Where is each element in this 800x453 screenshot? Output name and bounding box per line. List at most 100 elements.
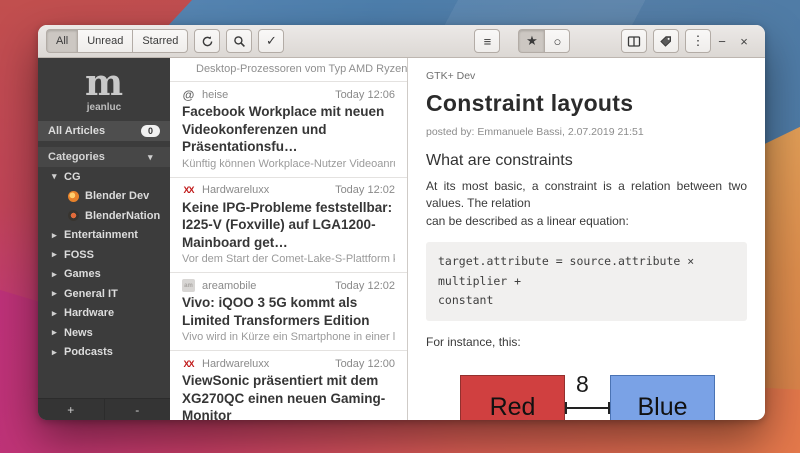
item-title: Vivo: iQOO 3 5G kommt als Limited Transf… <box>182 295 370 328</box>
blendernation-feed-icon <box>68 210 79 222</box>
mark-read-button[interactable]: ✓ <box>258 29 285 53</box>
item-summary: Vor dem Start der Comet-Lake-S-Plattform… <box>182 253 395 266</box>
article-feed-name: GTK+ Dev <box>426 70 476 82</box>
search-button[interactable] <box>226 29 253 53</box>
category-label: Hardware <box>64 307 115 320</box>
list-item[interactable]: XX Hardwareluxx Today 12:02 Keine IPG-Pr… <box>170 177 407 274</box>
article-paragraph: At its most basic, a constraint is a rel… <box>426 179 747 228</box>
add-feed-button[interactable]: + <box>38 399 105 420</box>
item-time: Today 12:00 <box>335 357 395 370</box>
category-label: Podcasts <box>64 346 113 359</box>
chevron-collapsed-icon[interactable]: ▸ <box>52 269 64 280</box>
minimize-button[interactable]: − <box>711 34 733 49</box>
sidebar-item-podcasts[interactable]: ▸ Podcasts <box>38 343 170 363</box>
sidebar-item-blender-dev[interactable]: Blender Dev <box>38 187 170 207</box>
category-label: News <box>64 326 93 339</box>
sidebar-categories-header[interactable]: Categories ▾ <box>38 147 170 167</box>
refresh-button[interactable] <box>194 29 221 53</box>
filter-tab-starred[interactable]: Starred <box>132 29 189 53</box>
chevron-collapsed-icon[interactable]: ▸ <box>52 327 64 338</box>
article-list[interactable]: Desktop-Prozessoren vom Typ AMD Ryzen 40… <box>170 58 408 420</box>
chevron-down-icon: ▾ <box>148 151 153 162</box>
tag-icon <box>660 35 671 47</box>
item-title: ViewSonic präsentiert mit dem XG270QC ei… <box>182 373 386 420</box>
item-summary: Vivo wird in Kürze ein Smartphone in ein… <box>182 331 395 344</box>
chevron-collapsed-icon[interactable]: ▸ <box>52 249 64 260</box>
feed-label: Blender Dev <box>85 190 150 203</box>
account-block: m jeanluc <box>38 58 170 121</box>
account-username: jeanluc <box>86 102 122 113</box>
sidebar-item-general-it[interactable]: ▸ General IT <box>38 284 170 304</box>
chevron-collapsed-icon[interactable]: ▸ <box>52 308 64 319</box>
categories-label: Categories <box>48 151 105 163</box>
article-section-heading: What are constraints <box>426 152 573 169</box>
sidebar-item-news[interactable]: ▸ News <box>38 323 170 343</box>
diagram-connector-line <box>565 401 610 414</box>
chevron-collapsed-icon[interactable]: ▸ <box>52 288 64 299</box>
book-icon <box>627 35 641 47</box>
chevron-expanded-icon[interactable]: ▾ <box>52 171 64 182</box>
item-time: Today 12:02 <box>335 279 395 292</box>
article-paragraph: For instance, this: <box>426 334 521 349</box>
article-view[interactable]: GTK+ Dev Constraint layouts posted by: E… <box>408 58 765 420</box>
filter-tab-unread[interactable]: Unread <box>77 29 133 53</box>
sidebar-item-cg[interactable]: ▾ CG <box>38 167 170 187</box>
reader-view-button[interactable] <box>621 29 647 53</box>
menu-button[interactable]: ≡ <box>474 29 501 53</box>
kebab-menu-button[interactable]: ⋮ <box>685 29 711 53</box>
feed-label: BlenderNation <box>85 209 161 222</box>
tag-button[interactable] <box>653 29 679 53</box>
feed-name: areamobile <box>202 279 257 292</box>
app-window: All Unread Starred ✓ ≡ ★ ○ ⋮ − × m jeanl… <box>38 25 765 420</box>
article-code-block: target.attribute = source.attribute × mu… <box>426 242 747 321</box>
sidebar-footer: + - <box>38 398 170 420</box>
item-title: Facebook Workplace mit neuen Videokonfer… <box>182 104 385 155</box>
close-button[interactable]: × <box>733 34 755 49</box>
chevron-collapsed-icon[interactable]: ▸ <box>52 347 64 358</box>
diagram-red-box: Red <box>460 374 565 420</box>
window-body: m jeanluc All Articles 0 Categories ▾ ▾ … <box>38 58 765 420</box>
category-label: CG <box>64 170 81 183</box>
sidebar-item-foss[interactable]: ▸ FOSS <box>38 245 170 265</box>
unread-toggle-button[interactable]: ○ <box>544 29 571 53</box>
feed-name: Hardwareluxx <box>202 184 270 197</box>
list-item[interactable]: @ heise Today 12:06 Facebook Workplace m… <box>170 82 407 178</box>
category-label: Games <box>64 268 101 281</box>
star-toggle-button[interactable]: ★ <box>518 29 545 53</box>
hardwareluxx-favicon: XX <box>183 358 194 369</box>
list-item[interactable]: am areamobile Today 12:02 Vivo: iQOO 3 5… <box>170 273 407 352</box>
chevron-collapsed-icon[interactable]: ▸ <box>52 230 64 241</box>
headerbar: All Unread Starred ✓ ≡ ★ ○ ⋮ − × <box>38 25 765 58</box>
list-item-partial[interactable]: Desktop-Prozessoren vom Typ AMD Ryzen 40… <box>170 58 407 82</box>
category-label: General IT <box>64 287 118 300</box>
item-time: Today 12:06 <box>335 88 395 101</box>
header-right-controls: ⋮ − × <box>615 29 755 53</box>
item-summary: Künftig können Workplace-Nutzer Videoanr… <box>182 157 395 170</box>
filter-tab-all[interactable]: All <box>46 29 78 53</box>
areamobile-favicon: am <box>182 279 195 293</box>
diagram-distance-label: 8 <box>576 370 589 397</box>
hardwareluxx-favicon: XX <box>183 185 194 196</box>
sidebar-item-hardware[interactable]: ▸ Hardware <box>38 304 170 324</box>
sidebar-item-all-articles[interactable]: All Articles 0 <box>38 121 170 141</box>
unread-count-badge: 0 <box>140 125 160 137</box>
refresh-icon <box>202 35 213 46</box>
item-title: Keine IPG-Probleme feststellbar: I225-V … <box>182 199 393 250</box>
sidebar-item-games[interactable]: ▸ Games <box>38 265 170 285</box>
sidebar: m jeanluc All Articles 0 Categories ▾ ▾ … <box>38 58 170 420</box>
all-articles-label: All Articles <box>48 125 106 137</box>
feed-name: heise <box>202 88 229 101</box>
list-item[interactable]: XX Hardwareluxx Today 12:00 ViewSonic pr… <box>170 351 407 420</box>
sidebar-item-entertainment[interactable]: ▸ Entertainment <box>38 226 170 246</box>
constraint-diagram: Red 8 Blue <box>426 363 747 420</box>
item-time: Today 12:02 <box>335 184 395 197</box>
article-title: Constraint layouts <box>426 90 634 116</box>
article-byline: posted by: Emmanuele Bassi, 2.07.2019 21… <box>426 126 644 138</box>
category-label: Entertainment <box>64 229 138 242</box>
remove-feed-button[interactable]: - <box>105 399 171 420</box>
blender-feed-icon <box>68 190 79 202</box>
diagram-blue-box: Blue <box>610 374 715 420</box>
service-logo: m <box>84 62 124 104</box>
category-label: FOSS <box>64 248 94 261</box>
sidebar-item-blendernation[interactable]: BlenderNation <box>38 206 170 226</box>
